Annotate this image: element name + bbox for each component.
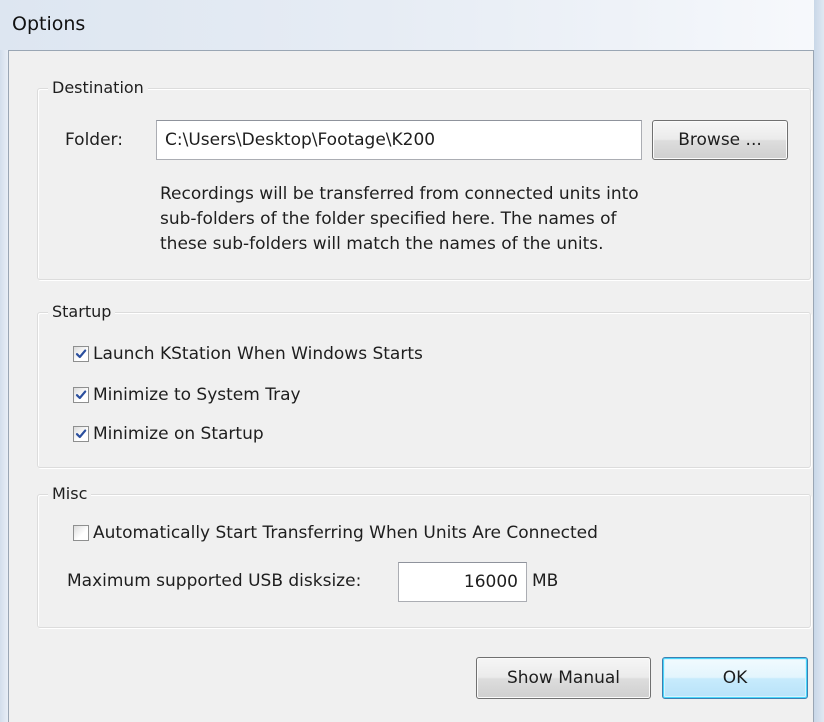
minimize-to-tray-option[interactable]: Minimize to System Tray xyxy=(73,384,301,406)
window-title: Options xyxy=(12,13,86,35)
check-mark-icon xyxy=(75,390,87,400)
description-line: these sub-folders will match the names o… xyxy=(160,234,604,254)
minimize-to-tray-label: Minimize to System Tray xyxy=(93,385,301,405)
auto-transfer-checkbox[interactable] xyxy=(73,525,89,541)
disksize-label: Maximum supported USB disksize: xyxy=(67,571,362,591)
folder-label: Folder: xyxy=(65,130,123,150)
ok-button[interactable]: OK xyxy=(662,657,808,699)
destination-description: Recordings will be transferred from conn… xyxy=(160,182,720,257)
minimize-on-startup-checkbox[interactable] xyxy=(73,426,89,442)
check-mark-icon xyxy=(75,429,87,439)
description-line: Recordings will be transferred from conn… xyxy=(160,184,639,204)
browse-button[interactable]: Browse ... xyxy=(652,120,788,160)
minimize-to-tray-checkbox[interactable] xyxy=(73,387,89,403)
misc-group-label: Misc xyxy=(48,483,92,505)
folder-path-input[interactable] xyxy=(156,120,642,160)
startup-group-label: Startup xyxy=(48,301,116,323)
window-left-border xyxy=(0,50,8,722)
window-right-border xyxy=(814,0,824,722)
auto-transfer-option[interactable]: Automatically Start Transferring When Un… xyxy=(73,522,598,544)
launch-on-windows-start-option[interactable]: Launch KStation When Windows Starts xyxy=(73,343,423,365)
check-mark-icon xyxy=(75,349,87,359)
description-line: sub-folders of the folder specified here… xyxy=(160,209,617,229)
destination-group-label: Destination xyxy=(48,77,148,99)
launch-on-windows-start-checkbox[interactable] xyxy=(73,346,89,362)
minimize-on-startup-option[interactable]: Minimize on Startup xyxy=(73,423,264,445)
disksize-input[interactable] xyxy=(398,562,527,602)
disksize-unit: MB xyxy=(532,571,559,591)
auto-transfer-label: Automatically Start Transferring When Un… xyxy=(93,523,598,543)
launch-on-windows-start-label: Launch KStation When Windows Starts xyxy=(93,344,423,364)
minimize-on-startup-label: Minimize on Startup xyxy=(93,424,264,444)
misc-group: Misc xyxy=(37,483,811,628)
show-manual-button[interactable]: Show Manual xyxy=(476,657,651,699)
title-bar[interactable]: Options xyxy=(0,0,824,50)
